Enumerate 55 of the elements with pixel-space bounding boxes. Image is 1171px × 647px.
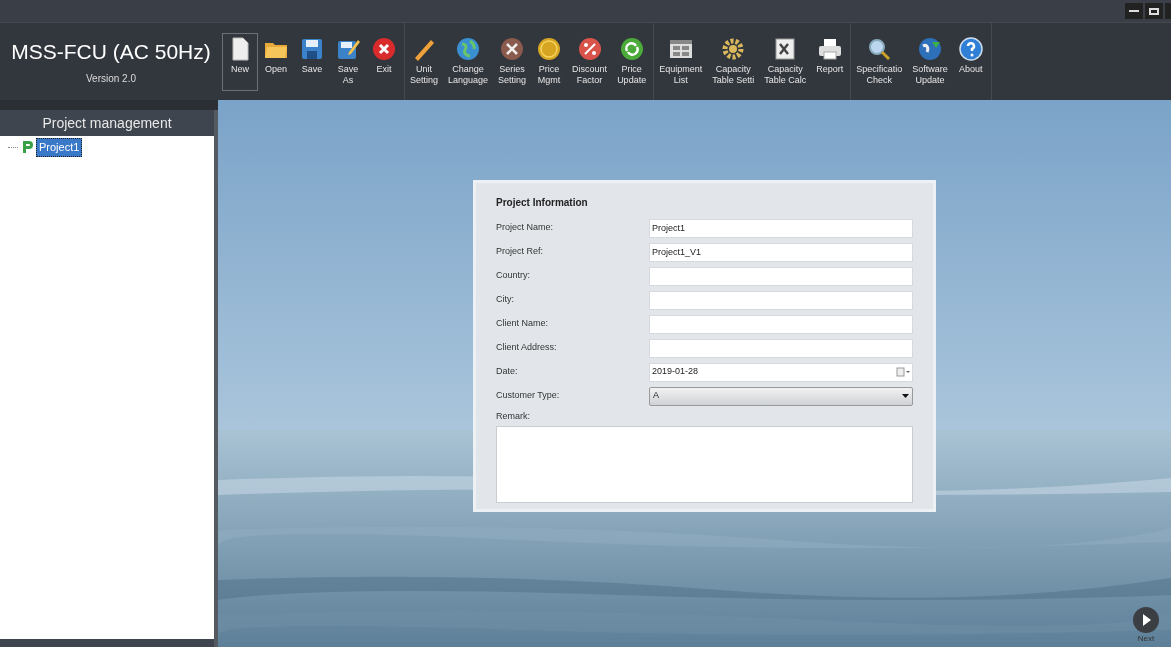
toolbar-button[interactable]: Series Setting bbox=[493, 33, 532, 91]
field-label: Remark: bbox=[496, 410, 531, 423]
refresh-icon bbox=[618, 36, 645, 62]
toolbar-button[interactable]: Equipment List bbox=[654, 33, 708, 91]
text-field[interactable]: Project1 bbox=[649, 218, 913, 238]
field-label: Project Ref: bbox=[496, 245, 545, 259]
text-field[interactable] bbox=[649, 338, 913, 358]
toolbar-button[interactable]: Specificatio Check bbox=[851, 33, 908, 91]
field-label: Customer Type: bbox=[496, 389, 561, 403]
text-field[interactable]: Project1_V1 bbox=[649, 242, 913, 262]
toolbar-button[interactable]: Report bbox=[811, 33, 849, 91]
percent-icon bbox=[576, 36, 603, 62]
calendar-icon[interactable] bbox=[896, 367, 910, 377]
tools-icon bbox=[499, 36, 526, 62]
help-icon bbox=[957, 36, 984, 62]
text-field[interactable] bbox=[649, 266, 913, 286]
toolbar-button[interactable]: Capacity Table Calc bbox=[759, 33, 812, 91]
minimize-icon[interactable] bbox=[1125, 3, 1143, 19]
sidebar-header: Project management bbox=[0, 110, 214, 136]
toolbar-button[interactable]: About bbox=[952, 33, 989, 91]
maximize-icon[interactable] bbox=[1145, 3, 1163, 19]
field-label: Date: bbox=[496, 365, 519, 379]
coin-icon bbox=[536, 36, 563, 62]
version-label: Version 2.0 bbox=[85, 72, 136, 86]
toolbar-button[interactable]: Open bbox=[258, 33, 294, 91]
search-icon bbox=[866, 36, 893, 62]
toolbar-button[interactable]: Discount Factor bbox=[567, 33, 613, 91]
toolbar-button[interactable]: Software Update bbox=[907, 33, 953, 91]
toolbar-button[interactable]: Exit bbox=[366, 33, 402, 91]
toolbar-button[interactable]: Save As bbox=[330, 33, 366, 91]
toolbar-button[interactable]: Save bbox=[294, 33, 330, 91]
printer-icon bbox=[816, 36, 843, 62]
globe-icon bbox=[455, 36, 482, 62]
toolbar-button[interactable]: New bbox=[222, 33, 258, 91]
remark-field[interactable] bbox=[496, 426, 913, 503]
field-label: Client Address: bbox=[496, 341, 558, 355]
toolbar-button[interactable]: Change Language bbox=[443, 33, 494, 91]
play-icon bbox=[1133, 607, 1159, 633]
text-field[interactable] bbox=[649, 290, 913, 310]
field-label: Project Name: bbox=[496, 221, 555, 235]
toolbar-button[interactable]: Price Update bbox=[612, 33, 652, 91]
dropdown[interactable]: A bbox=[649, 386, 913, 406]
toolbar-button[interactable]: Unit Setting bbox=[405, 33, 444, 91]
project-icon bbox=[20, 140, 34, 155]
text-field[interactable] bbox=[649, 314, 913, 334]
app-title: MSS-FCU (AC 50Hz) bbox=[11, 39, 211, 65]
toolbar-button[interactable]: Price Mgmt bbox=[531, 33, 568, 91]
form-title: Project Information bbox=[496, 196, 589, 210]
date-field[interactable]: 2019-01-28 bbox=[649, 362, 913, 382]
field-label: Client Name: bbox=[496, 317, 550, 331]
caret-icon bbox=[902, 394, 909, 398]
toolbar-button[interactable]: Capacity Table Setti bbox=[707, 33, 760, 91]
tree-item[interactable]: Project1 bbox=[36, 138, 83, 157]
field-label: Country: bbox=[496, 269, 531, 283]
field-label: City: bbox=[496, 293, 515, 307]
